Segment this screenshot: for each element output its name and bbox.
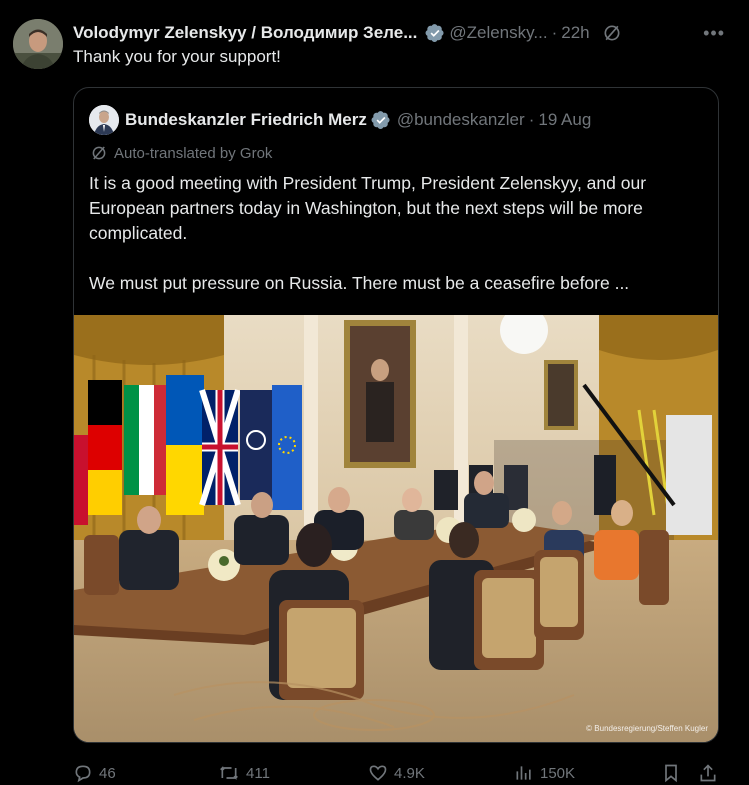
author-avatar[interactable] [13, 19, 63, 69]
avatar-image [13, 19, 63, 69]
tweet-time[interactable]: 22h [561, 23, 589, 43]
tweet-text: Thank you for your support! [73, 47, 281, 66]
bookmark-icon [665, 764, 677, 783]
meeting-photo [74, 315, 718, 742]
quote-author-avatar[interactable] [89, 105, 119, 135]
action-bar: 46 411 4.9K 150K [73, 762, 721, 784]
author-handle[interactable]: @Zelensky... [449, 23, 547, 43]
grok-icon[interactable] [602, 23, 622, 43]
views-chart-icon [516, 766, 531, 780]
photo-credit: © Bundesregierung/Steffen Kugler [586, 724, 708, 733]
quote-author-name[interactable]: Bundeskanzler Friedrich Merz [125, 110, 367, 130]
views-count: 150K [540, 764, 576, 782]
share-icon [700, 764, 716, 782]
quote-avatar-image [89, 105, 119, 135]
translation-note: Auto-translated by Grok [90, 144, 272, 162]
views-button[interactable]: 150K [514, 762, 575, 784]
quote-photo[interactable]: © Bundesregierung/Steffen Kugler [74, 315, 718, 742]
grok-translate-icon [92, 146, 106, 160]
like-button[interactable]: 4.9K [368, 762, 425, 784]
reply-count: 46 [99, 764, 116, 782]
tweet-header: Volodymyr Zelenskyy / Володимир Зеле... … [73, 20, 729, 46]
reply-icon [75, 765, 91, 783]
like-count: 4.9K [394, 764, 425, 782]
quote-date[interactable]: 19 Aug [538, 110, 591, 130]
more-options-icon[interactable]: ••• [703, 23, 729, 44]
quote-paragraph-1: It is a good meeting with President Trum… [89, 173, 647, 243]
quote-separator-dot: · [528, 110, 535, 129]
verified-badge-icon [425, 24, 444, 42]
quote-header: Bundeskanzler Friedrich Merz @bundeskanz… [89, 104, 703, 136]
author-name[interactable]: Volodymyr Zelenskyy / Володимир Зеле... [73, 23, 417, 43]
share-button[interactable] [698, 762, 724, 784]
translation-label: Auto-translated by Grok [114, 144, 273, 162]
repost-count: 411 [246, 764, 270, 782]
bookmark-button[interactable] [661, 762, 687, 784]
quote-verified-badge-icon [371, 111, 390, 129]
quote-text: It is a good meeting with President Trum… [89, 171, 709, 321]
quote-author-handle[interactable]: @bundeskanzler [397, 110, 525, 130]
reply-button[interactable]: 46 [73, 762, 116, 784]
tweet[interactable]: Volodymyr Zelenskyy / Володимир Зеле... … [0, 0, 749, 785]
repost-icon [220, 765, 238, 781]
quote-paragraph-2: We must put pressure on Russia. There mu… [89, 273, 630, 293]
heart-icon [369, 765, 387, 781]
repost-button[interactable]: 411 [218, 762, 270, 784]
quoted-tweet[interactable]: Bundeskanzler Friedrich Merz @bundeskanz… [73, 87, 719, 743]
separator-dot: · [551, 23, 558, 42]
